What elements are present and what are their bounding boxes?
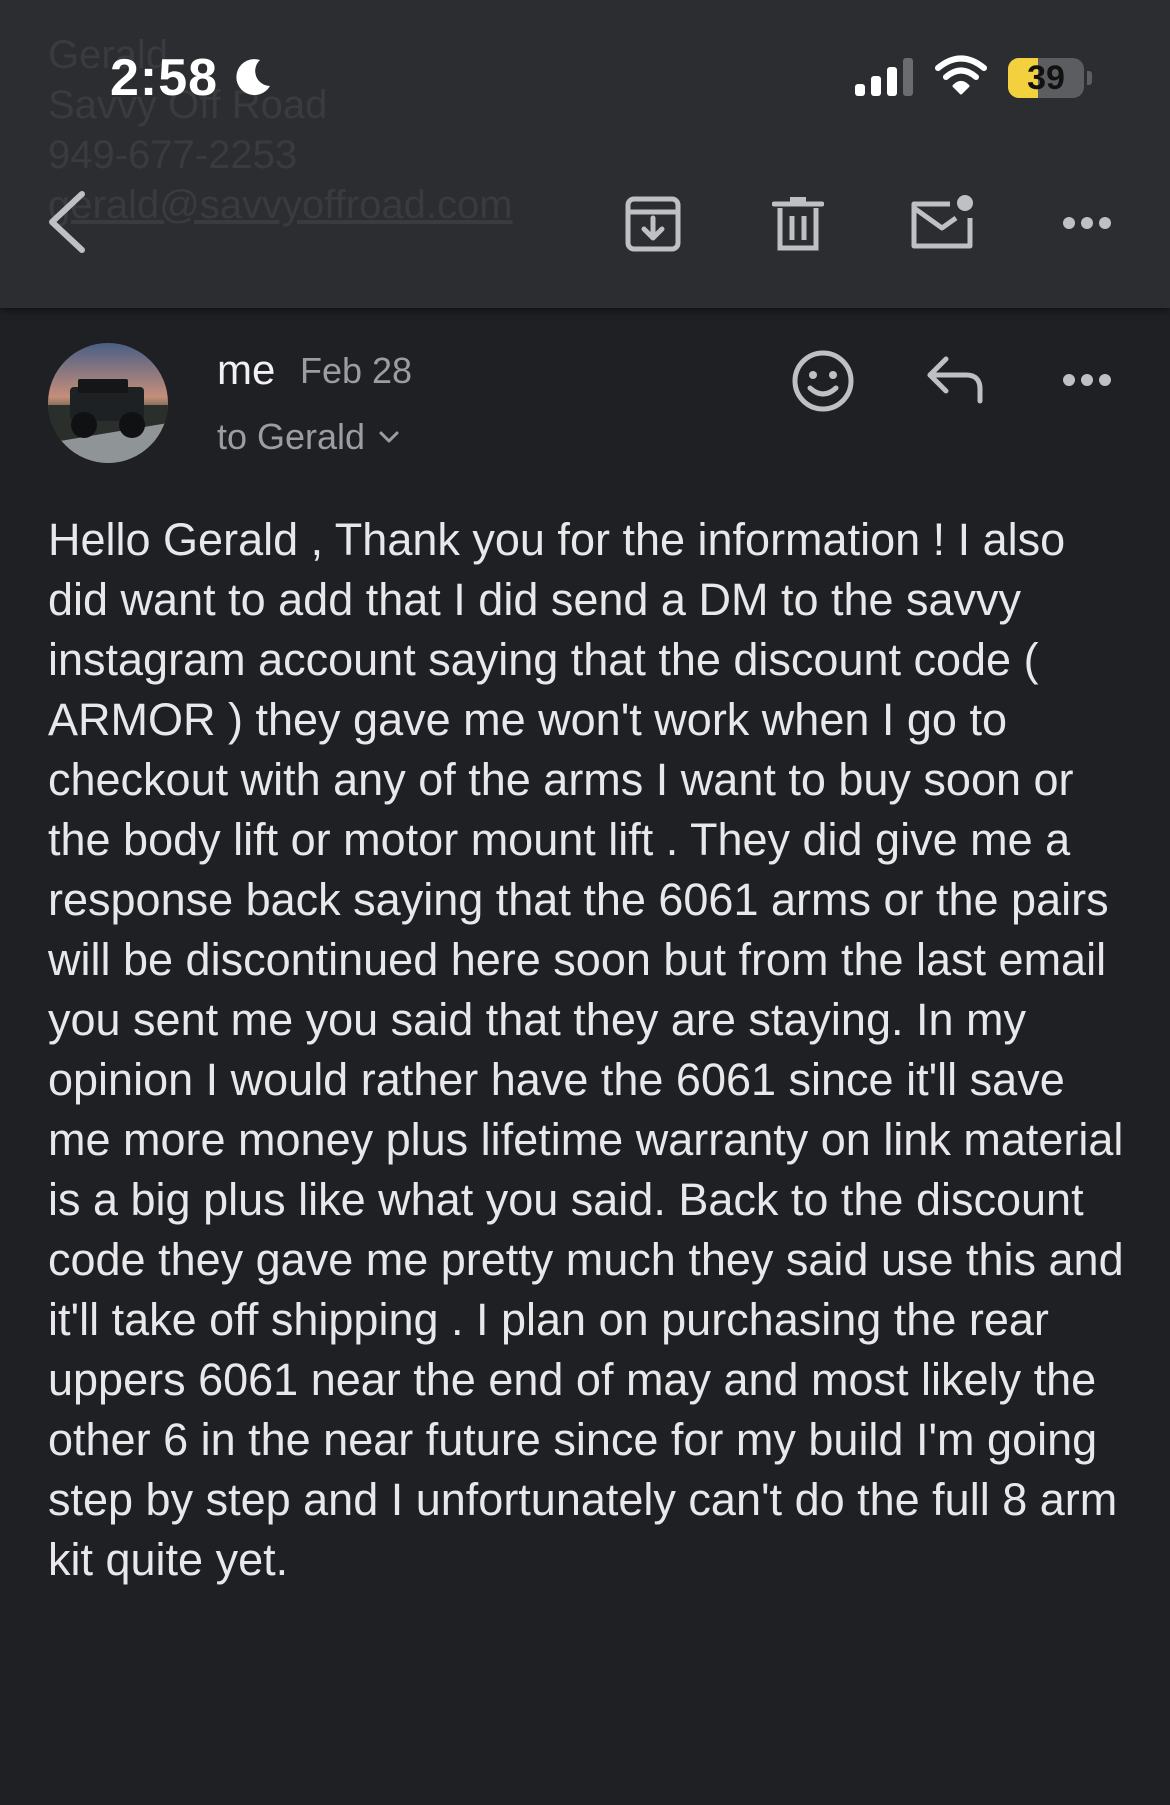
chevron-down-icon (379, 431, 399, 443)
sender-name: me (217, 346, 276, 393)
mark-unread-icon[interactable] (910, 194, 976, 252)
email-body: Hello Gerald , Thank you for the informa… (48, 514, 1137, 1585)
moon-icon (236, 59, 270, 96)
ghost-line-email: gerald@savvyoffroad.com (48, 183, 513, 227)
archive-icon[interactable] (625, 196, 681, 252)
status-time: 2:58 (110, 49, 219, 107)
back-icon[interactable] (44, 190, 88, 254)
battery-icon: 39 (1008, 58, 1084, 98)
email-more-icon[interactable] (1062, 373, 1112, 387)
ghost-line-phone: 949-677-2253 (48, 133, 298, 177)
trash-icon[interactable] (772, 196, 824, 252)
recipient-label: to Gerald (217, 416, 366, 457)
wifi-icon (935, 55, 987, 95)
emoji-reaction-icon[interactable] (792, 350, 854, 412)
avatar[interactable] (48, 343, 168, 463)
signal-icon (855, 58, 913, 96)
more-icon[interactable] (1062, 216, 1112, 230)
recipient-details-toggle[interactable]: to Gerald (217, 416, 399, 458)
top-bar: Gerald Savvy Off Road 949-677-2253 geral… (0, 0, 1170, 308)
battery-nub (1087, 71, 1092, 85)
reply-icon[interactable] (926, 355, 986, 405)
email-date: Feb 28 (300, 350, 413, 391)
battery-percent: 39 (1027, 58, 1065, 97)
